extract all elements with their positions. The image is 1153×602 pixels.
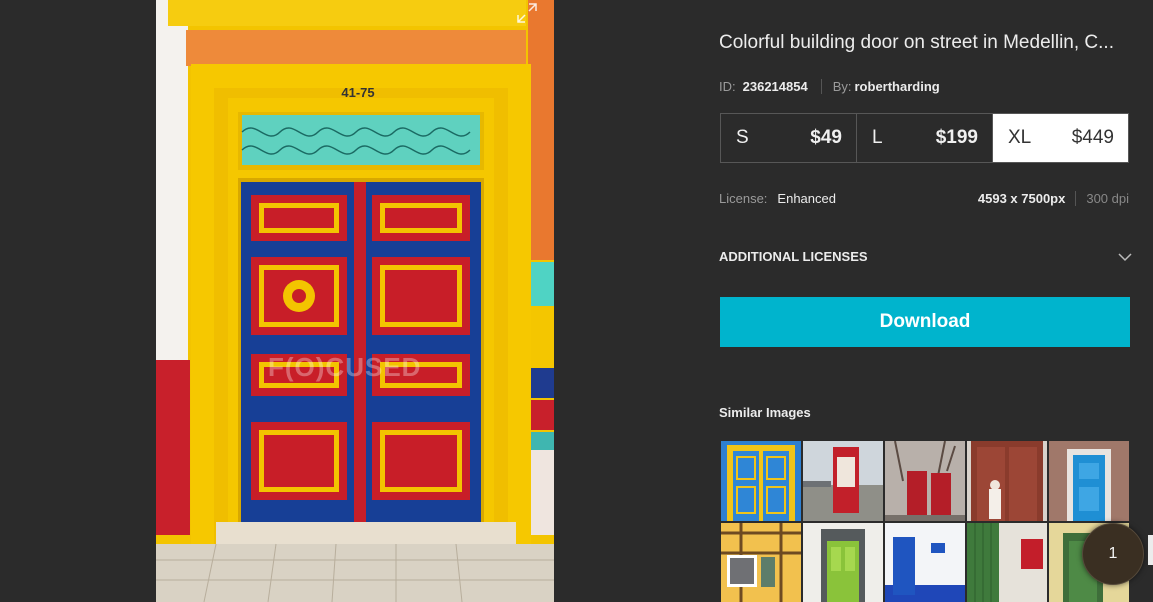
similar-thumb-blue-door-white-wall[interactable]	[885, 523, 965, 602]
similar-thumb-green-door-red-box[interactable]	[967, 523, 1047, 602]
chevron-down-icon	[1118, 252, 1132, 261]
expand-icon[interactable]	[516, 2, 538, 24]
size-label: XL	[1008, 127, 1032, 148]
similar-thumb-blue-yellow-door[interactable]	[721, 441, 801, 521]
license-info: License: Enhanced	[719, 191, 836, 206]
size-label: L	[872, 127, 883, 148]
size-price: $199	[935, 127, 978, 148]
size-option-xl[interactable]: XL $449	[993, 114, 1128, 162]
image-meta: ID: 236214854 By: robertharding	[719, 77, 940, 95]
similar-thumb-green-door-grey-frame[interactable]	[803, 523, 883, 602]
size-price: $49	[810, 127, 842, 148]
watermark: F(O)CUSED	[268, 352, 422, 382]
similar-images-grid	[721, 441, 1130, 602]
size-option-s[interactable]: S $49	[721, 114, 857, 162]
size-selector: S $49 L $199 XL $449	[720, 113, 1129, 163]
additional-licenses-label: ADDITIONAL LICENSES	[719, 249, 868, 264]
similar-thumb-red-phone-booths-trees[interactable]	[885, 441, 965, 521]
download-button[interactable]: Download	[720, 297, 1130, 347]
dims-divider	[1075, 191, 1077, 206]
address-plate: 41-75	[341, 85, 374, 100]
size-price: $449	[1071, 127, 1114, 148]
author-label: By:	[832, 78, 852, 94]
similar-thumb-ornate-wooden-door-woman[interactable]	[967, 441, 1047, 521]
id-value: 236214854	[742, 78, 808, 94]
similar-thumb-blue-door-brick[interactable]	[1049, 441, 1129, 521]
license-value: Enhanced	[777, 191, 836, 206]
image-dimensions: 4593 x 7500px 300 dpi	[978, 191, 1129, 206]
main-photo[interactable]: 41-75	[156, 0, 554, 602]
photo-detail-page: 41-75 F(O)CUSED Colorful building door o…	[0, 0, 1153, 602]
id-label: ID:	[719, 78, 736, 94]
notification-counter[interactable]: 1	[1082, 523, 1144, 585]
similar-images-heading: Similar Images	[719, 405, 811, 420]
pixel-dimensions: 4593 x 7500px	[977, 191, 1066, 206]
license-label: License:	[719, 191, 768, 206]
similar-thumb-yellow-timber-house[interactable]	[721, 523, 801, 602]
similar-thumb-red-phone-booth-river[interactable]	[803, 441, 883, 521]
author-link[interactable]: robertharding	[855, 79, 940, 94]
size-label: S	[736, 127, 749, 148]
size-option-l[interactable]: L $199	[857, 114, 993, 162]
additional-licenses-toggle[interactable]: ADDITIONAL LICENSES	[719, 249, 1133, 264]
image-title: Colorful building door on street in Mede…	[719, 32, 1114, 53]
dpi-value: 300 dpi	[1086, 191, 1129, 206]
meta-divider	[820, 78, 822, 94]
side-scroll-tab[interactable]	[1148, 535, 1153, 565]
